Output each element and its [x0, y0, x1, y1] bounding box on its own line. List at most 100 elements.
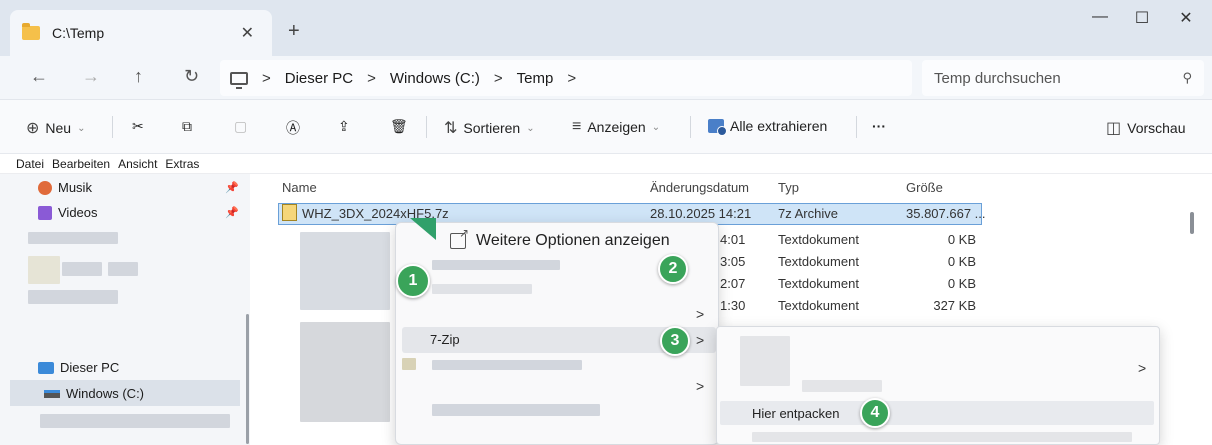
- more-button[interactable]: ···: [872, 118, 886, 134]
- file-size: 35.807.667 ...: [906, 206, 986, 221]
- new-tab-button[interactable]: +: [288, 20, 300, 43]
- menu-item-7zip[interactable]: 7-Zip: [430, 332, 460, 347]
- submenu-arrow-icon: >: [696, 332, 705, 348]
- breadcrumb-this-pc[interactable]: Dieser PC: [285, 70, 353, 87]
- more-options-label: Weitere Optionen anzeigen: [476, 232, 670, 249]
- submenu-arrow-icon: >: [696, 306, 705, 322]
- menu-view[interactable]: Ansicht: [118, 157, 157, 171]
- blurred-item: [802, 380, 882, 392]
- maximize-button[interactable]: ☐: [1122, 8, 1162, 28]
- blurred-item: [300, 232, 390, 310]
- file-type: Textdokument: [778, 298, 859, 313]
- cut-icon[interactable]: ✂: [132, 118, 144, 135]
- view-button[interactable]: ≡ Anzeigen ⌄: [572, 118, 660, 136]
- file-size: 0 KB: [947, 276, 976, 291]
- blurred-item: [28, 290, 118, 304]
- sort-button[interactable]: ⇅ Sortieren ⌄: [444, 118, 535, 138]
- sidebar-item-windows-c[interactable]: Windows (C:): [44, 386, 144, 401]
- menu-edit[interactable]: Bearbeiten: [52, 157, 110, 171]
- folder-icon: [22, 23, 40, 40]
- share-icon[interactable]: ⇪: [338, 118, 350, 135]
- menu-extras[interactable]: Extras: [165, 157, 199, 171]
- breadcrumb-separator: >: [567, 69, 577, 87]
- column-type[interactable]: Typ: [778, 180, 799, 195]
- menu-item-extract-here[interactable]: Hier entpacken: [752, 406, 839, 421]
- file-type: Textdokument: [778, 254, 859, 269]
- chevron-down-icon: ⌄: [526, 122, 535, 134]
- extract-icon: [708, 119, 727, 136]
- tab-temp[interactable]: C:\Temp ✕: [10, 10, 272, 56]
- breadcrumb-separator: >: [367, 69, 376, 87]
- view-label: Anzeigen: [587, 119, 646, 135]
- tab-title: C:\Temp: [52, 25, 105, 41]
- close-button[interactable]: ✕: [1166, 8, 1206, 28]
- divider: [426, 116, 427, 138]
- file-date: 2:07: [720, 276, 746, 291]
- view-icon: ≡: [572, 118, 582, 135]
- menu-bar: Datei Bearbeiten Ansicht Extras: [0, 154, 1212, 174]
- file-date: 3:05: [720, 254, 746, 269]
- sidebar-item-this-pc[interactable]: Dieser PC: [38, 360, 119, 375]
- rename-icon[interactable]: Ⓐ: [286, 118, 300, 138]
- blurred-item: [108, 262, 138, 276]
- file-type: Textdokument: [778, 276, 859, 291]
- sort-icon: ⇅: [444, 120, 458, 137]
- blurred-item: [432, 404, 600, 416]
- blurred-item: [300, 322, 390, 422]
- minimize-button[interactable]: —: [1080, 8, 1120, 26]
- step-badge-1: 1: [396, 264, 430, 298]
- breadcrumb-separator: >: [493, 69, 503, 87]
- search-input[interactable]: Temp durchsuchen ⚲: [922, 60, 1204, 96]
- back-button[interactable]: ←: [30, 66, 48, 87]
- divider: [690, 116, 691, 138]
- step-badge-4: 4: [860, 398, 890, 428]
- file-list-scrollbar[interactable]: [1190, 212, 1194, 234]
- search-icon: ⚲: [1182, 70, 1192, 85]
- copy-icon[interactable]: ⧉: [182, 118, 192, 135]
- blurred-item: [28, 256, 60, 284]
- sidebar-item-videos[interactable]: Videos: [38, 205, 98, 220]
- breadcrumb-windows-c[interactable]: Windows (C:): [390, 70, 480, 87]
- delete-icon[interactable]: 🗑: [390, 118, 408, 135]
- title-bar: C:\Temp ✕ + — ☐ ✕: [0, 0, 1212, 56]
- chevron-down-icon: ⌄: [77, 122, 86, 134]
- preview-button[interactable]: ◫ Vorschau: [1106, 118, 1186, 138]
- up-button[interactable]: ↑: [134, 66, 143, 87]
- sidebar-item-label: Dieser PC: [60, 360, 120, 375]
- column-size[interactable]: Größe: [906, 180, 943, 195]
- sidebar-item-label: Windows (C:): [66, 386, 145, 401]
- music-icon: [38, 180, 52, 195]
- blurred-item: [62, 262, 102, 276]
- extract-all-button[interactable]: Alle extrahieren: [708, 118, 828, 136]
- divider: [112, 116, 113, 138]
- paste-icon[interactable]: ▢: [234, 118, 247, 135]
- submenu-arrow-icon: >: [696, 378, 705, 394]
- tab-close-button[interactable]: ✕: [235, 23, 260, 43]
- refresh-button[interactable]: ↻: [184, 66, 199, 87]
- column-name[interactable]: Name: [282, 180, 317, 195]
- new-button[interactable]: ⊕ Neu ⌄: [26, 118, 85, 138]
- blurred-item: [40, 414, 230, 428]
- extract-all-label: Alle extrahieren: [730, 118, 828, 134]
- pin-icon[interactable]: 📌: [225, 181, 239, 194]
- blurred-item: [432, 360, 582, 370]
- column-date[interactable]: Änderungsdatum: [650, 180, 749, 195]
- sidebar-item-music[interactable]: Musik: [38, 180, 92, 195]
- computer-icon: [38, 361, 54, 374]
- file-size: 0 KB: [947, 254, 976, 269]
- pin-icon[interactable]: 📌: [225, 206, 239, 219]
- chevron-down-icon: ⌄: [651, 121, 661, 133]
- breadcrumb-temp[interactable]: Temp: [517, 70, 554, 87]
- forward-button[interactable]: →: [82, 66, 100, 87]
- file-size: 327 KB: [933, 298, 976, 313]
- sidebar-scrollbar[interactable]: [246, 314, 249, 444]
- search-placeholder: Temp durchsuchen: [934, 69, 1061, 87]
- address-bar[interactable]: > Dieser PC > Windows (C:) > Temp >: [220, 60, 912, 96]
- blurred-item: [432, 260, 560, 270]
- file-date: 1:30: [720, 298, 746, 313]
- step-badge-2: 2: [658, 254, 688, 284]
- blurred-item: [402, 358, 416, 370]
- menu-file[interactable]: Datei: [16, 157, 44, 171]
- plus-circle-icon: ⊕: [26, 120, 40, 137]
- more-options-item[interactable]: Weitere Optionen anzeigen: [450, 226, 670, 250]
